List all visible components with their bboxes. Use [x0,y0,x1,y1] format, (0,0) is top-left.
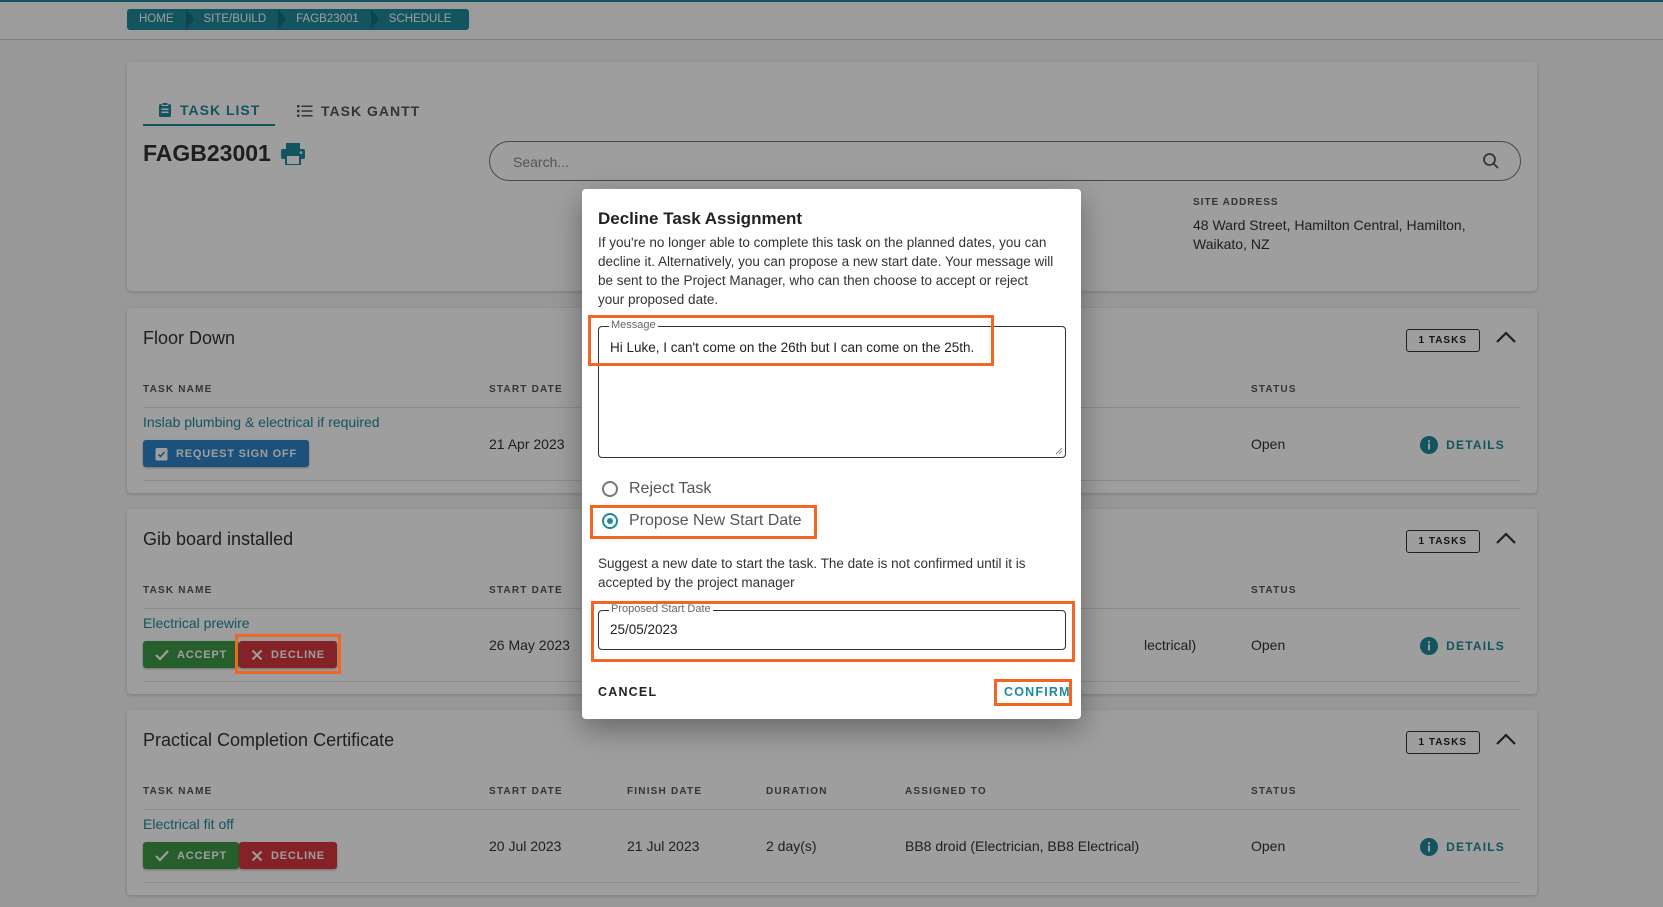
decline-task-dialog: Decline Task Assignment If you're no lon… [582,189,1081,719]
radio-reject-task[interactable]: Reject Task [602,480,711,498]
confirm-button[interactable]: CONFIRM [1004,685,1071,699]
date-value[interactable]: 25/05/2023 [610,622,678,637]
dialog-description: If you're no longer able to complete thi… [598,235,1054,307]
date-label: Proposed Start Date [609,603,713,615]
radio-propose-label: Propose New Start Date [629,512,802,529]
radio-reject-label: Reject Task [629,480,712,497]
resize-handle-icon[interactable] [1055,447,1063,455]
dialog-title: Decline Task Assignment [598,209,803,228]
message-value[interactable]: Hi Luke, I can't come on the 26th but I … [610,340,974,355]
radio-propose-new-date[interactable]: Propose New Start Date [602,512,802,530]
radio-button[interactable] [602,481,618,497]
message-textarea[interactable]: Message Hi Luke, I can't come on the 26t… [598,319,1066,458]
date-hint: Suggest a new date to start the task. Th… [598,556,1026,590]
radio-button-selected[interactable] [602,513,618,529]
message-label: Message [609,319,658,331]
proposed-start-date-field[interactable]: Proposed Start Date 25/05/2023 [598,603,1066,650]
cancel-button[interactable]: CANCEL [598,685,657,699]
